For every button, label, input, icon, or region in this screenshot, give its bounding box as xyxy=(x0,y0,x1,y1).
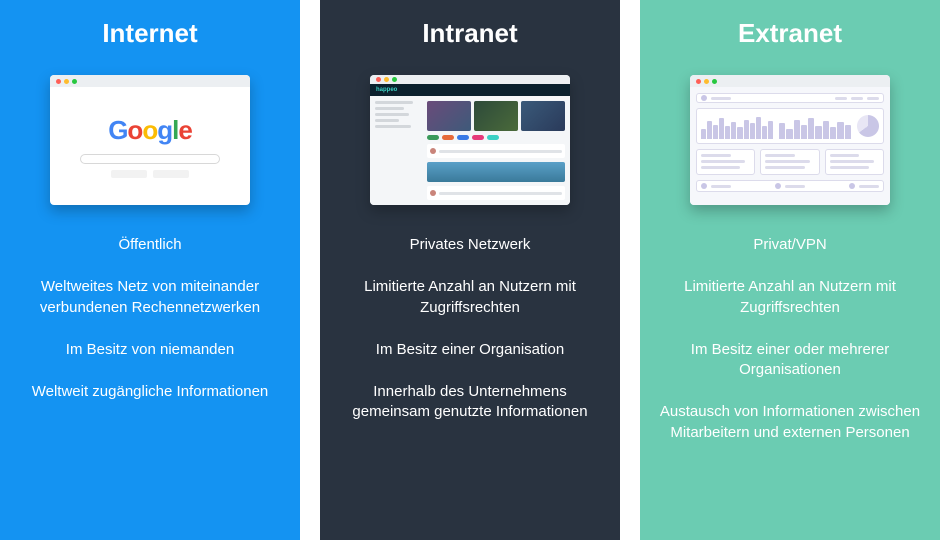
dot-yellow-icon xyxy=(704,79,709,84)
dot-red-icon xyxy=(56,79,61,84)
feature-item: Privates Netzwerk xyxy=(338,235,602,255)
google-buttons xyxy=(111,170,189,178)
wire-footer xyxy=(696,180,884,192)
feature-item: Weltweites Netz von miteinander verbunde… xyxy=(18,277,282,318)
wire-charts-panel xyxy=(696,108,884,144)
feature-list-intranet: Privates Netzwerk Limitierte Anzahl an N… xyxy=(338,235,602,423)
intranet-screenshot: happeo xyxy=(370,84,570,205)
wire-card xyxy=(760,149,819,175)
feature-item: Austausch von Informationen zwischen Mit… xyxy=(658,402,922,443)
intranet-sidebar xyxy=(375,101,423,200)
dot-green-icon xyxy=(392,77,397,82)
bar-chart-icon xyxy=(779,113,851,139)
dot-yellow-icon xyxy=(384,77,389,82)
feature-item: Innerhalb des Unternehmens gemeinsam gen… xyxy=(338,382,602,423)
window-chrome-dots xyxy=(690,75,890,87)
column-extranet: Extranet xyxy=(640,0,940,540)
browser-mock-intranet: happeo xyxy=(370,75,570,205)
bar-chart-icon xyxy=(701,113,773,139)
dot-red-icon xyxy=(376,77,381,82)
intranet-photo xyxy=(427,162,565,182)
dot-green-icon xyxy=(712,79,717,84)
feature-list-internet: Öffentlich Weltweites Netz von miteinand… xyxy=(18,235,282,402)
wire-card xyxy=(825,149,884,175)
feature-item: Öffentlich xyxy=(18,235,282,255)
avatar-icon xyxy=(775,183,781,189)
feature-item: Weltweit zugängliche Informationen xyxy=(18,382,282,402)
feature-list-extranet: Privat/VPN Limitierte Anzahl an Nutzern … xyxy=(658,235,922,443)
column-internet: Internet Google Öffentlich Weltweites Ne… xyxy=(0,0,300,540)
feature-item: Im Besitz einer Organisation xyxy=(338,340,602,360)
wire-navbar xyxy=(696,93,884,103)
pie-chart-icon xyxy=(857,115,879,137)
feature-item: Limitierte Anzahl an Nutzern mit Zugriff… xyxy=(658,277,922,318)
intranet-hero-tiles xyxy=(427,101,565,131)
feature-item: Privat/VPN xyxy=(658,235,922,255)
browser-mock-extranet xyxy=(690,75,890,205)
intranet-feed xyxy=(427,101,565,200)
wire-cards-row xyxy=(696,149,884,175)
browser-mock-google: Google xyxy=(50,75,250,205)
google-screenshot: Google xyxy=(50,87,250,205)
column-title-extranet: Extranet xyxy=(738,18,842,49)
column-intranet: Intranet happeo xyxy=(320,0,620,540)
dot-yellow-icon xyxy=(64,79,69,84)
dot-green-icon xyxy=(72,79,77,84)
intranet-post xyxy=(427,144,565,158)
feature-item: Im Besitz von niemanden xyxy=(18,340,282,360)
extranet-wireframe xyxy=(690,87,890,205)
avatar-icon xyxy=(701,183,707,189)
column-title-internet: Internet xyxy=(102,18,197,49)
intranet-post xyxy=(427,186,565,200)
feature-item: Im Besitz einer oder mehrerer Organisati… xyxy=(658,340,922,381)
intranet-tag-chips xyxy=(427,135,565,140)
dot-red-icon xyxy=(696,79,701,84)
intranet-brand-logo: happeo xyxy=(376,87,397,93)
window-chrome-dots xyxy=(370,75,570,84)
avatar-icon xyxy=(849,183,855,189)
intranet-topbar: happeo xyxy=(370,84,570,96)
column-title-intranet: Intranet xyxy=(422,18,517,49)
feature-item: Limitierte Anzahl an Nutzern mit Zugriff… xyxy=(338,277,602,318)
wire-card xyxy=(696,149,755,175)
window-chrome-dots xyxy=(50,75,250,87)
avatar-icon xyxy=(701,95,707,101)
google-logo-icon: Google xyxy=(108,115,192,146)
google-search-bar xyxy=(80,154,220,164)
